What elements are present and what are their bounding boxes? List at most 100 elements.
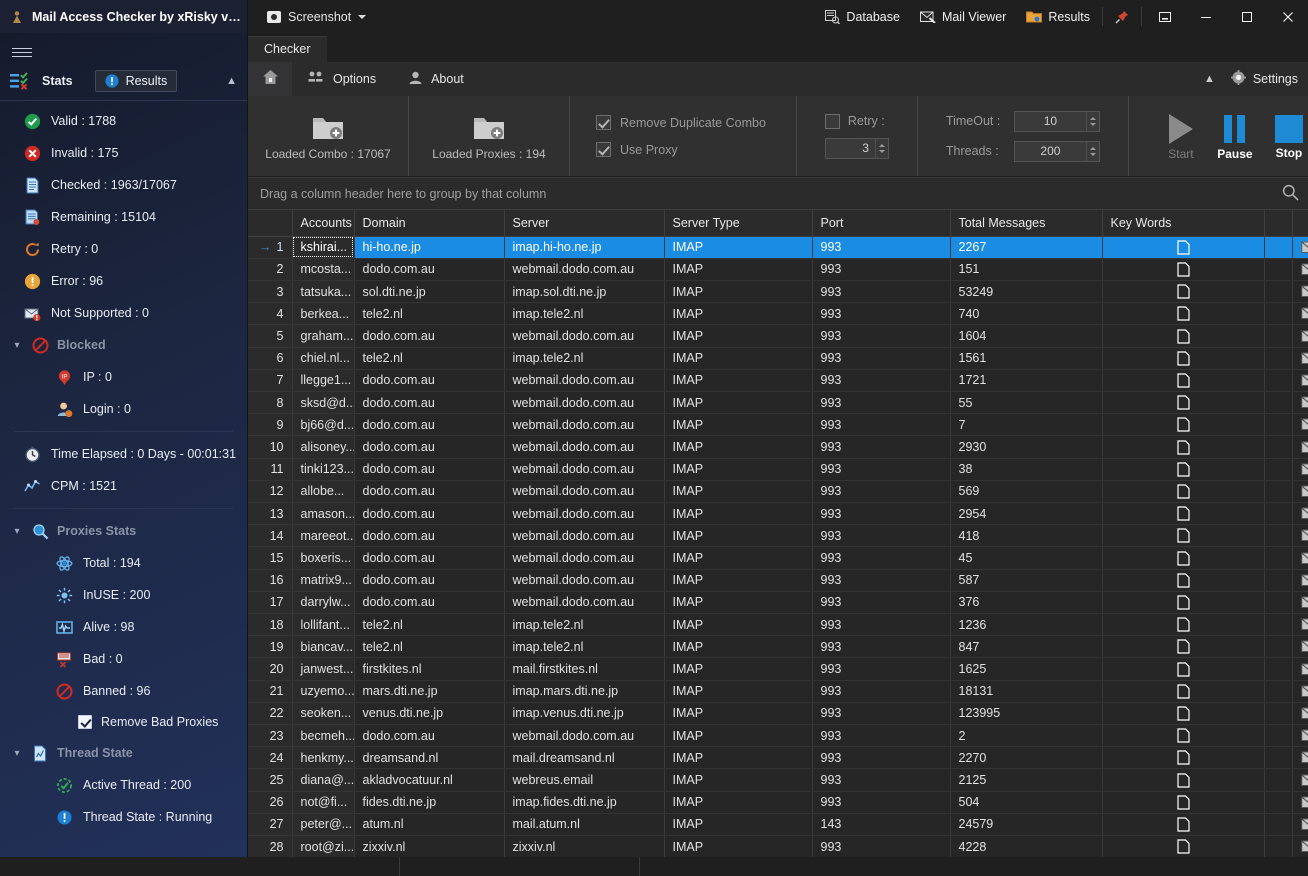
cell-mail-action[interactable] [1292, 702, 1308, 725]
screenshot-dropdown[interactable]: Screenshot [262, 7, 371, 27]
cell-server[interactable]: mail.firstkites.nl [504, 657, 665, 681]
cell-port[interactable]: 993 [812, 502, 951, 526]
cell-server[interactable]: imap.sol.dti.ne.jp [504, 280, 665, 304]
cell-mail-action[interactable] [1292, 835, 1308, 857]
cell-blank[interactable] [1264, 702, 1293, 725]
cell-total-messages[interactable]: 151 [950, 258, 1103, 281]
cell-account[interactable]: root@zi... [292, 835, 355, 857]
cell-port[interactable]: 993 [812, 302, 951, 326]
cell-server-type[interactable]: IMAP [664, 724, 813, 748]
start-button[interactable]: Start [1157, 111, 1205, 161]
table-row[interactable]: 20 janwest... firstkites.nl mail.firstkites… [248, 657, 1308, 681]
open-mail-icon[interactable] [1300, 528, 1308, 543]
cell-blank[interactable] [1264, 480, 1293, 503]
cell-domain[interactable]: sol.dti.ne.jp [354, 280, 505, 304]
cell-account[interactable]: lollifant... [292, 613, 355, 637]
cell-mail-action[interactable] [1292, 435, 1308, 459]
sidebar-collapse-icon[interactable]: ▲ [226, 75, 237, 87]
cell-port[interactable]: 993 [812, 791, 951, 814]
keyword-doc-icon[interactable] [1176, 750, 1190, 765]
cell-account[interactable]: uzyemo... [292, 680, 355, 703]
keyword-doc-icon[interactable] [1176, 395, 1190, 410]
cell-key-words[interactable] [1102, 347, 1265, 370]
table-row[interactable]: 15 boxeris... dodo.com.au webmail.dodo.com.… [248, 546, 1308, 570]
sidebar-item-retry[interactable]: Retry : 0 [0, 233, 247, 265]
cell-server[interactable]: webmail.dodo.com.au [504, 524, 665, 548]
cell-mail-action[interactable] [1292, 746, 1308, 770]
cell-port[interactable]: 993 [812, 657, 951, 681]
open-mail-icon[interactable] [1300, 595, 1308, 610]
cell-port[interactable]: 993 [812, 391, 951, 415]
cell-blank[interactable] [1264, 369, 1293, 392]
cell-domain[interactable]: dreamsand.nl [354, 746, 505, 770]
sidebar-item-remaining[interactable]: Remaining : 15104 [0, 201, 247, 233]
loaded-proxies-button[interactable]: Loaded Proxies : 194 [423, 112, 555, 161]
cell-domain[interactable]: dodo.com.au [354, 369, 505, 392]
column-header-total-messages[interactable]: Total Messages [950, 210, 1103, 237]
cell-domain[interactable]: fides.dti.ne.jp [354, 791, 505, 814]
cell-key-words[interactable] [1102, 835, 1265, 857]
cell-domain[interactable]: tele2.nl [354, 613, 505, 637]
cell-mail-action[interactable] [1292, 657, 1308, 681]
cell-mail-action[interactable] [1292, 391, 1308, 415]
cell-port[interactable]: 993 [812, 258, 951, 281]
cell-port[interactable]: 993 [812, 835, 951, 857]
cell-server[interactable]: webmail.dodo.com.au [504, 391, 665, 415]
cell-server[interactable]: mail.dreamsand.nl [504, 746, 665, 770]
cell-server[interactable]: imap.hi-ho.ne.jp [504, 236, 665, 259]
cell-total-messages[interactable]: 38 [950, 458, 1103, 481]
keyword-doc-icon[interactable] [1176, 351, 1190, 366]
cell-domain[interactable]: tele2.nl [354, 347, 505, 370]
cell-key-words[interactable] [1102, 569, 1265, 592]
cell-key-words[interactable] [1102, 657, 1265, 681]
cell-key-words[interactable] [1102, 302, 1265, 326]
cell-port[interactable]: 993 [812, 347, 951, 370]
cell-mail-action[interactable] [1292, 302, 1308, 326]
keyword-doc-icon[interactable] [1176, 550, 1190, 566]
remove-duplicate-combo-checkbox[interactable] [596, 115, 611, 130]
open-mail-icon[interactable] [1300, 417, 1308, 432]
cell-account[interactable]: alisoney... [292, 435, 355, 459]
cell-server-type[interactable]: IMAP [664, 791, 813, 814]
table-row[interactable]: 3 tatsuka... sol.dti.ne.jp imap.sol.dti.ne.… [248, 280, 1308, 304]
ribbon-collapse-icon[interactable]: ▲ [1198, 73, 1221, 85]
cell-account[interactable]: matrix9... [292, 569, 355, 592]
cell-server[interactable]: webmail.dodo.com.au [504, 258, 665, 281]
cell-account[interactable]: becmeh... [292, 724, 355, 748]
sidebar-item-proxy-alive[interactable]: Alive : 98 [0, 611, 247, 643]
cell-blank[interactable] [1264, 680, 1293, 703]
keyword-doc-icon[interactable] [1176, 772, 1190, 788]
cell-total-messages[interactable]: 2 [950, 724, 1103, 748]
table-row[interactable]: 23 becmeh... dodo.com.au webmail.dodo.com.a… [248, 724, 1308, 748]
column-header-blank-2[interactable] [1292, 210, 1308, 237]
sidebar-item-invalid[interactable]: Invalid : 175 [0, 137, 247, 169]
cell-key-words[interactable] [1102, 258, 1265, 281]
cell-total-messages[interactable]: 587 [950, 569, 1103, 592]
open-mail-icon[interactable] [1300, 373, 1308, 388]
cell-account[interactable]: peter@... [292, 813, 355, 836]
cell-key-words[interactable] [1102, 746, 1265, 770]
cell-account[interactable]: bj66@d... [292, 413, 355, 437]
open-mail-icon[interactable] [1300, 839, 1308, 854]
open-mail-icon[interactable] [1300, 684, 1308, 699]
cell-server-type[interactable]: IMAP [664, 680, 813, 703]
timeout-stepper-arrows[interactable] [1085, 111, 1099, 131]
tab-options[interactable]: Options [292, 62, 392, 96]
table-row[interactable]: 4 berkea... tele2.nl imap.tele2.nl IMAP 993 74… [248, 302, 1308, 326]
cell-domain[interactable]: dodo.com.au [354, 435, 505, 459]
cell-key-words[interactable] [1102, 813, 1265, 836]
stop-button[interactable]: Stop [1265, 112, 1308, 160]
cell-mail-action[interactable] [1292, 347, 1308, 370]
cell-domain[interactable]: firstkites.nl [354, 657, 505, 681]
cell-domain[interactable]: atum.nl [354, 813, 505, 836]
cell-account[interactable]: chiel.nl... [292, 347, 355, 370]
cell-domain[interactable]: venus.dti.ne.jp [354, 702, 505, 725]
cell-mail-action[interactable] [1292, 813, 1308, 836]
cell-server[interactable]: webmail.dodo.com.au [504, 591, 665, 614]
cell-port[interactable]: 993 [812, 746, 951, 770]
cell-server-type[interactable]: IMAP [664, 480, 813, 503]
cell-mail-action[interactable] [1292, 236, 1308, 259]
cell-account[interactable]: llegge1... [292, 369, 355, 392]
table-row[interactable]: → 1 kshirai... hi-ho.ne.jp imap.hi-ho.ne.jp I… [248, 236, 1308, 259]
cell-blank[interactable] [1264, 236, 1293, 259]
